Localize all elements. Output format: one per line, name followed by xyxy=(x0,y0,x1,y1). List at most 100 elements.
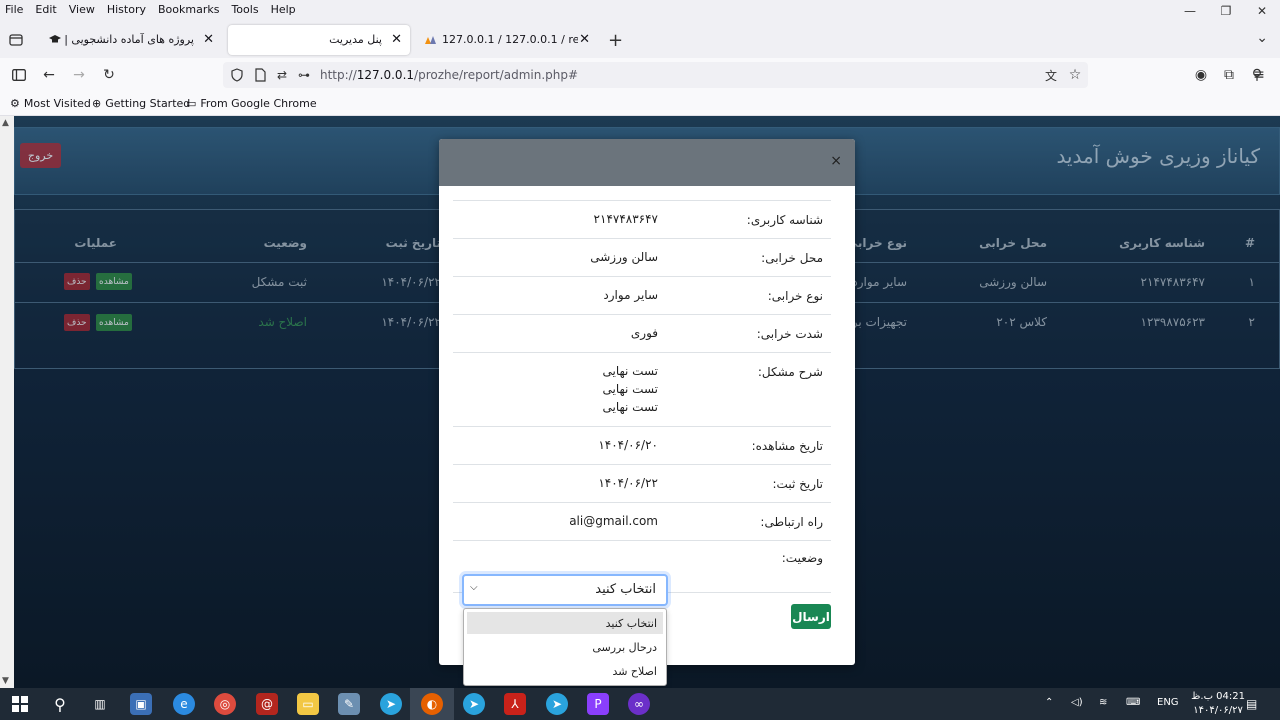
detail-row-user-id: شناسه کاربری: ۲۱۴۷۴۸۳۶۴۷ xyxy=(453,200,831,238)
detail-row-view-date: تاریخ مشاهده: ۱۴۰۴/۰۶/۲۰ xyxy=(453,426,831,464)
chevron-down-icon[interactable]: ⌄ xyxy=(1256,30,1268,46)
tab-title: 127.0.0.1 / 127.0.0.1 / report / ن xyxy=(442,33,578,46)
vertical-scrollbar[interactable]: ▲ ▼ xyxy=(0,116,14,688)
detail-row-register-date: تاریخ ثبت: ۱۴۰۴/۰۶/۲۲ xyxy=(453,464,831,502)
cell-date: ۱۴۰۴/۰۶/۲۲ xyxy=(381,315,441,329)
app-icon[interactable]: @ xyxy=(256,693,278,715)
cell-user-id: ۲۱۴۷۴۸۳۶۴۷ xyxy=(1140,275,1205,289)
globe-icon: ⊕ xyxy=(92,97,102,110)
close-icon[interactable]: × xyxy=(830,153,842,169)
graduation-cap-icon xyxy=(49,35,61,43)
hamburger-menu-icon[interactable]: ≡ xyxy=(1250,66,1268,84)
tab-title: پنل مدیریت xyxy=(329,33,382,46)
detail-row-location: محل خرابی: سالن ورزشی xyxy=(453,238,831,276)
permissions-icon[interactable]: ⇄ xyxy=(273,66,291,84)
wifi-icon[interactable]: ≋ xyxy=(1099,697,1107,708)
telegram-icon[interactable]: ➤ xyxy=(546,693,568,715)
bookmark-from-google-chrome[interactable]: ▭ From Google Chrome xyxy=(186,97,317,110)
task-view-icon[interactable]: ▥ xyxy=(89,693,111,715)
scroll-up-icon[interactable]: ▲ xyxy=(2,118,9,128)
bookmark-getting-started[interactable]: ⊕ Getting Started xyxy=(92,97,190,110)
close-icon[interactable]: ✕ xyxy=(391,32,402,47)
tab-phpmyadmin[interactable]: 127.0.0.1 / 127.0.0.1 / report / ن ✕ xyxy=(414,25,598,55)
chevron-up-icon[interactable]: ⌃ xyxy=(1045,697,1053,708)
report-details-modal: × شناسه کاربری: ۲۱۴۷۴۸۳۶۴۷ محل خرابی: سا… xyxy=(439,139,855,686)
account-icon[interactable]: ◉ xyxy=(1192,66,1210,84)
telegram-icon[interactable]: ➤ xyxy=(463,693,485,715)
back-arrow-icon[interactable]: ← xyxy=(40,66,58,84)
keyboard-icon[interactable]: ⌨ xyxy=(1126,697,1140,708)
menu-edit[interactable]: Edit xyxy=(29,3,62,16)
search-icon[interactable]: ⚲ xyxy=(49,693,71,715)
notepad-icon[interactable]: ✎ xyxy=(338,693,360,715)
tab-student-projects[interactable]: پروژه های آماده دانشجویی | دانل ✕ xyxy=(38,25,222,55)
status-select[interactable]: انتخاب کنید ⌵ xyxy=(462,574,668,606)
detail-row-description: شرح مشکل: تست نهایی تست نهایی تست نهایی xyxy=(453,352,831,426)
new-tab-icon[interactable]: + xyxy=(608,30,623,51)
sidebar-icon[interactable] xyxy=(10,66,28,84)
navigation-bar: ← → ↻ ⇄ ⊶ http://127.0.0.1/prozhe/report… xyxy=(0,58,1280,92)
phpstorm-icon[interactable]: P xyxy=(587,693,609,715)
app-icon[interactable]: ∞ xyxy=(628,693,650,715)
column-header-location: محل خرابی xyxy=(979,236,1047,250)
detail-row-contact: راه ارتباطی: ali@gmail.com xyxy=(453,502,831,540)
bookmarks-bar: ⚙ Most Visited ⊕ Getting Started ▭ From … xyxy=(0,92,1280,116)
column-header-user-id: شناسه کاربری xyxy=(1119,236,1205,250)
view-button[interactable]: مشاهده xyxy=(96,273,132,290)
logout-button[interactable]: خروج xyxy=(20,143,61,168)
notifications-icon[interactable]: ▤ xyxy=(1246,697,1257,711)
menu-help[interactable]: Help xyxy=(265,3,302,16)
key-icon[interactable]: ⊶ xyxy=(295,66,313,84)
bookmark-most-visited[interactable]: ⚙ Most Visited xyxy=(10,97,91,110)
tab-admin-panel[interactable]: پنل مدیریت ✕ xyxy=(228,25,410,55)
acrobat-icon[interactable]: ⅄ xyxy=(504,693,526,715)
store-icon[interactable]: ▣ xyxy=(130,693,152,715)
detail-row-severity: شدت خرابی: فوری xyxy=(453,314,831,352)
cell-user-id: ۱۲۳۹۸۷۵۶۲۳ xyxy=(1140,315,1205,329)
speaker-icon[interactable]: ◁) xyxy=(1071,697,1083,708)
view-button[interactable]: مشاهده xyxy=(96,314,132,331)
screenshot-icon[interactable]: ⧉ xyxy=(1220,66,1238,84)
reload-icon[interactable]: ↻ xyxy=(100,66,118,84)
status-option[interactable]: درحال بررسی xyxy=(467,636,663,658)
star-icon[interactable]: ☆ xyxy=(1066,66,1084,84)
menu-history[interactable]: History xyxy=(101,3,152,16)
cell-type: تجهیزات بر xyxy=(851,315,907,329)
close-icon[interactable]: ✕ xyxy=(203,32,214,47)
submit-button[interactable]: ارسال xyxy=(791,604,831,629)
edge-icon[interactable]: e xyxy=(173,693,195,715)
firefox-icon[interactable]: ◐ xyxy=(421,693,443,715)
chrome-icon[interactable]: ◎ xyxy=(214,693,236,715)
delete-button[interactable]: حذف xyxy=(64,314,90,331)
windows-start-icon[interactable] xyxy=(9,693,31,715)
language-indicator[interactable]: ENG xyxy=(1157,697,1179,708)
telegram-icon[interactable]: ➤ xyxy=(380,693,402,715)
menu-tools[interactable]: Tools xyxy=(225,3,264,16)
page-icon[interactable] xyxy=(251,66,269,84)
translate-icon[interactable]: 文 xyxy=(1042,66,1060,84)
menu-file[interactable]: File xyxy=(0,3,29,16)
address-bar[interactable]: ⇄ ⊶ http://127.0.0.1/prozhe/report/admin… xyxy=(223,62,1088,88)
menu-bookmarks[interactable]: Bookmarks xyxy=(152,3,225,16)
restore-icon[interactable]: ❐ xyxy=(1208,0,1244,22)
file-explorer-icon[interactable]: ▭ xyxy=(297,693,319,715)
status-dropdown-list: انتخاب کنید درحال بررسی اصلاح شد xyxy=(463,608,667,686)
shield-icon[interactable] xyxy=(228,66,246,84)
scroll-down-icon[interactable]: ▼ xyxy=(2,676,9,686)
menu-view[interactable]: View xyxy=(63,3,101,16)
firefox-view-icon[interactable] xyxy=(8,32,24,48)
forward-arrow-icon[interactable]: → xyxy=(70,66,88,84)
menu-bar: File Edit View History Bookmarks Tools H… xyxy=(0,0,1280,19)
minimize-icon[interactable]: — xyxy=(1172,0,1208,22)
close-icon[interactable]: ✕ xyxy=(579,32,590,47)
status-option[interactable]: انتخاب کنید xyxy=(467,612,663,634)
page-viewport: کیاناز وزیری خوش آمدید خروج # شناسه کارب… xyxy=(0,116,1280,688)
cell-number: ۱ xyxy=(1248,275,1255,289)
gear-icon: ⚙ xyxy=(10,97,20,110)
clock[interactable]: 04:21 ب.ظ ۱۴۰۴/۰۶/۲۷ xyxy=(1191,690,1245,718)
cell-date: ۱۴۰۴/۰۶/۲۲ xyxy=(381,275,441,289)
delete-button[interactable]: حذف xyxy=(64,273,90,290)
close-window-icon[interactable]: ✕ xyxy=(1244,0,1280,22)
status-option[interactable]: اصلاح شد xyxy=(467,660,663,682)
cell-number: ۲ xyxy=(1248,315,1255,329)
